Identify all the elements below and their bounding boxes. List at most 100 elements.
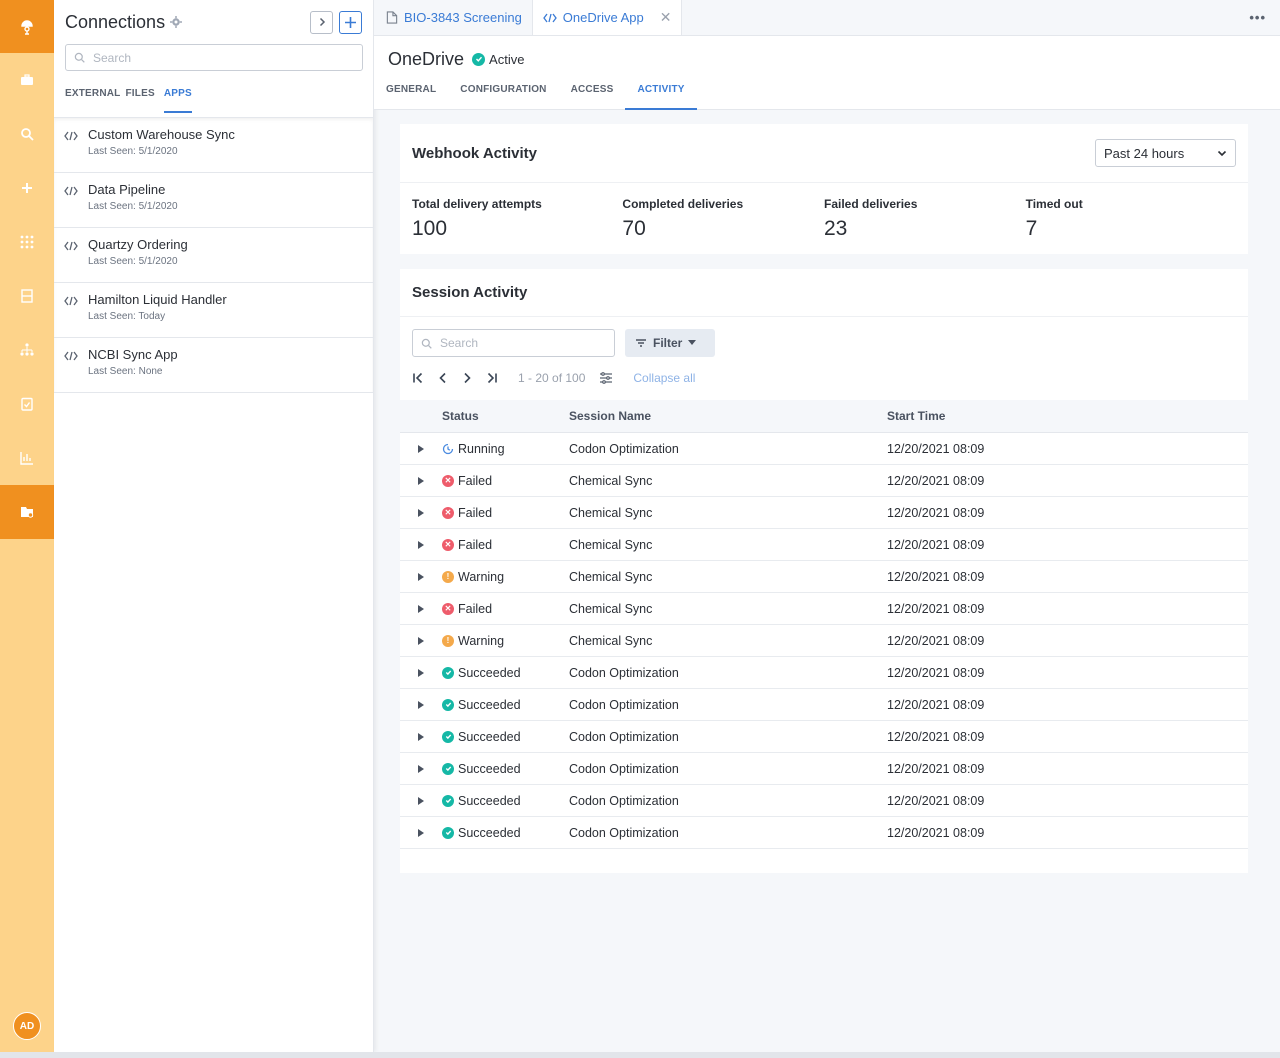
doc-tab-bio-screening[interactable]: BIO-3843 Screening <box>376 0 532 35</box>
first-page-icon[interactable] <box>412 372 424 384</box>
expand-row-icon[interactable] <box>400 732 442 741</box>
row-status: Running <box>442 442 569 456</box>
expand-row-icon[interactable] <box>400 668 442 677</box>
rail-inventory[interactable] <box>0 269 54 323</box>
table-row[interactable]: ! Warning Chemical Sync 12/20/2021 08:09 <box>400 625 1248 657</box>
expand-row-icon[interactable] <box>400 604 442 613</box>
time-range-select[interactable]: Past 24 hours <box>1095 139 1236 167</box>
rail-clipboard[interactable] <box>0 377 54 431</box>
expand-row-icon[interactable] <box>400 476 442 485</box>
status-text: Running <box>458 441 505 456</box>
chevron-right-icon <box>319 17 325 27</box>
table-row[interactable]: Succeeded Codon Optimization 12/20/2021 08… <box>400 753 1248 785</box>
table-body: Running Codon Optimization 12/20/2021 08:0… <box>400 433 1248 849</box>
inventory-icon <box>21 289 33 303</box>
panel-search-input[interactable]: Search <box>65 44 363 71</box>
row-session-name: Chemical Sync <box>569 505 653 520</box>
row-start-time: 12/20/2021 08:09 <box>887 665 985 680</box>
stat-total: Total delivery attempts 100 <box>412 197 622 241</box>
table-row[interactable]: Succeeded Codon Optimization 12/20/2021 08… <box>400 817 1248 849</box>
row-start-time: 12/20/2021 08:09 <box>887 761 985 776</box>
status-text: Warning <box>458 569 505 584</box>
expand-row-icon[interactable] <box>400 636 442 645</box>
rail-chart[interactable] <box>0 431 54 485</box>
expand-panel-button[interactable] <box>310 10 333 34</box>
gear-icon[interactable] <box>170 16 183 28</box>
rail-search[interactable] <box>0 107 54 161</box>
expand-row-icon[interactable] <box>400 764 442 773</box>
rail-plus[interactable] <box>0 161 54 215</box>
app-last-seen: Last Seen: 5/1/2020 <box>88 256 178 267</box>
table-row[interactable]: ✕ Failed Chemical Sync 12/20/2021 08:09 <box>400 529 1248 561</box>
app-logo[interactable] <box>0 0 54 53</box>
app-last-seen: Last Seen: 5/1/2020 <box>88 146 178 157</box>
tab-external[interactable]: EXTERNAL <box>65 88 121 113</box>
failed-status-icon: ✕ <box>442 506 454 519</box>
stat-completed: Completed deliveries 70 <box>622 197 824 241</box>
user-avatar[interactable]: AD <box>13 1012 41 1040</box>
list-item[interactable]: Data Pipeline Last Seen: 5/1/2020 <box>54 173 373 228</box>
succeeded-status-icon <box>442 730 454 743</box>
expand-row-icon[interactable] <box>400 828 442 837</box>
col-session-name[interactable]: Session Name <box>569 409 887 423</box>
expand-row-icon[interactable] <box>400 796 442 805</box>
check-circle-icon <box>472 52 486 66</box>
list-item[interactable]: Custom Warehouse Sync Last Seen: 5/1/2020 <box>54 118 373 173</box>
table-row[interactable]: Succeeded Codon Optimization 12/20/2021 08… <box>400 785 1248 817</box>
collapse-all-link[interactable]: Collapse all <box>633 371 695 385</box>
time-range-value: Past 24 hours <box>1104 145 1185 161</box>
tab-files[interactable]: FILES <box>126 88 155 113</box>
col-status[interactable]: Status <box>442 409 569 423</box>
close-icon[interactable]: ✕ <box>660 9 672 26</box>
expand-row-icon[interactable] <box>400 444 442 453</box>
tab-configuration[interactable]: CONFIGURATION <box>448 80 558 110</box>
tab-apps[interactable]: APPS <box>163 88 192 113</box>
expand-row-icon[interactable] <box>400 700 442 709</box>
page-header: OneDrive Active GENERAL CONFIGURATION AC… <box>374 36 1280 110</box>
expand-row-icon[interactable] <box>400 572 442 581</box>
table-row[interactable]: ✕ Failed Chemical Sync 12/20/2021 08:09 <box>400 497 1248 529</box>
table-row[interactable]: ! Warning Chemical Sync 12/20/2021 08:09 <box>400 561 1248 593</box>
warning-status-icon: ! <box>442 570 454 583</box>
table-row[interactable]: ✕ Failed Chemical Sync 12/20/2021 08:09 <box>400 593 1248 625</box>
last-page-icon[interactable] <box>486 372 498 384</box>
session-title: Session Activity <box>412 284 528 301</box>
list-item[interactable]: Hamilton Liquid Handler Last Seen: Today <box>54 283 373 338</box>
row-start-time: 12/20/2021 08:09 <box>887 825 985 840</box>
row-session-name: Codon Optimization <box>569 793 679 808</box>
list-item[interactable]: NCBI Sync App Last Seen: None <box>54 338 373 393</box>
stat-value: 70 <box>622 217 646 240</box>
tab-activity[interactable]: ACTIVITY <box>625 80 697 110</box>
tab-general[interactable]: GENERAL <box>386 80 448 110</box>
filter-button[interactable]: Filter <box>625 329 715 357</box>
tab-access[interactable]: ACCESS <box>559 80 626 110</box>
main-area: BIO-3843 Screening OneDrive App ✕ ••• On… <box>374 0 1280 1052</box>
prev-page-icon[interactable] <box>438 372 448 384</box>
session-search-input[interactable]: Search <box>412 329 615 357</box>
expand-row-icon[interactable] <box>400 508 442 517</box>
list-item[interactable]: Quartzy Ordering Last Seen: 5/1/2020 <box>54 228 373 283</box>
rail-briefcase[interactable] <box>0 53 54 107</box>
search-placeholder: Search <box>93 50 132 65</box>
table-row[interactable]: Running Codon Optimization 12/20/2021 08:0… <box>400 433 1248 465</box>
add-connection-button[interactable] <box>339 10 362 34</box>
clipboard-check-icon <box>21 397 33 411</box>
columns-settings-icon[interactable] <box>599 372 613 384</box>
doc-tab-onedrive-app[interactable]: OneDrive App ✕ <box>531 0 683 35</box>
rail-grid[interactable] <box>0 215 54 269</box>
chart-icon <box>20 452 33 465</box>
table-row[interactable]: Succeeded Codon Optimization 12/20/2021 08… <box>400 721 1248 753</box>
row-session-name: Chemical Sync <box>569 569 653 584</box>
row-status: ✕ Failed <box>442 602 569 616</box>
more-options-icon[interactable]: ••• <box>1249 10 1266 25</box>
rail-hierarchy[interactable] <box>0 323 54 377</box>
status-text: Failed <box>458 505 493 520</box>
expand-row-icon[interactable] <box>400 540 442 549</box>
table-row[interactable]: Succeeded Codon Optimization 12/20/2021 08… <box>400 689 1248 721</box>
rail-folder-settings[interactable] <box>0 485 54 539</box>
table-row[interactable]: ✕ Failed Chemical Sync 12/20/2021 08:09 <box>400 465 1248 497</box>
next-page-icon[interactable] <box>462 372 472 384</box>
table-row[interactable]: Succeeded Codon Optimization 12/20/2021 08… <box>400 657 1248 689</box>
col-start-time[interactable]: Start Time <box>887 409 1187 423</box>
folder-settings-icon <box>21 507 34 518</box>
